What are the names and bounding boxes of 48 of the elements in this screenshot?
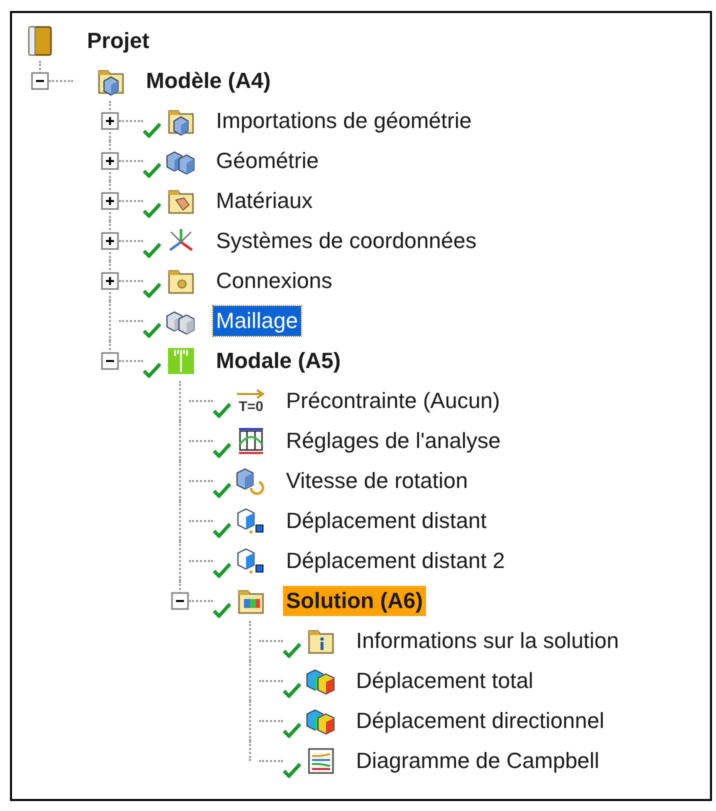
tree-item[interactable]: Déplacement distant: [283, 506, 490, 536]
collapse-icon[interactable]: [31, 72, 49, 90]
check-icon: [213, 602, 231, 618]
tree-item[interactable]: Projet: [84, 26, 152, 56]
tree-item[interactable]: Informations sur la solution: [353, 626, 622, 656]
expand-icon[interactable]: [101, 232, 119, 250]
chart-icon: [306, 746, 336, 776]
expand-icon[interactable]: [101, 112, 119, 130]
check-icon: [143, 362, 161, 378]
tree-item[interactable]: Réglages de l'analyse: [283, 426, 504, 456]
check-icon: [143, 122, 161, 138]
expand-icon[interactable]: [101, 272, 119, 290]
check-icon: [283, 762, 301, 778]
tree-item[interactable]: Matériaux: [213, 186, 316, 216]
tree-item[interactable]: Déplacement total: [353, 666, 536, 696]
tree-item[interactable]: Connexions: [213, 266, 336, 296]
check-icon: [213, 442, 231, 458]
tree-item[interactable]: Géométrie: [213, 146, 322, 176]
tree-item[interactable]: Vitesse de rotation: [283, 466, 471, 496]
check-icon: [143, 282, 161, 298]
tree-item[interactable]: Solution (A6): [283, 586, 426, 616]
cube-rotation-icon: [235, 466, 267, 496]
check-icon: [213, 562, 231, 578]
tree-item[interactable]: Déplacement directionnel: [353, 706, 608, 736]
check-icon: [213, 402, 231, 418]
tree-item[interactable]: Maillage: [213, 306, 301, 336]
tree-item[interactable]: Modale (A5): [213, 346, 344, 376]
expand-icon[interactable]: [101, 152, 119, 170]
check-icon: [143, 202, 161, 218]
expand-icon[interactable]: [101, 192, 119, 210]
collapse-icon[interactable]: [101, 352, 119, 370]
tree-item[interactable]: Modèle (A4): [143, 66, 274, 96]
tree-item[interactable]: Importations de géométrie: [213, 106, 475, 136]
frame-icon: [236, 426, 266, 456]
check-icon: [213, 522, 231, 538]
check-icon: [283, 722, 301, 738]
tree-item[interactable]: Systèmes de coordonnées: [213, 226, 480, 256]
check-icon: [283, 682, 301, 698]
check-icon: [143, 322, 161, 338]
check-icon: [283, 642, 301, 658]
tree-item[interactable]: Déplacement distant 2: [283, 546, 508, 576]
check-icon: [143, 242, 161, 258]
check-icon: [143, 162, 161, 178]
tree-item[interactable]: Diagramme de Campbell: [353, 746, 602, 776]
tree-item[interactable]: Précontrainte (Aucun): [283, 386, 503, 416]
collapse-icon[interactable]: [171, 592, 189, 610]
bar-pattern-icon: [166, 346, 196, 376]
check-icon: [213, 482, 231, 498]
